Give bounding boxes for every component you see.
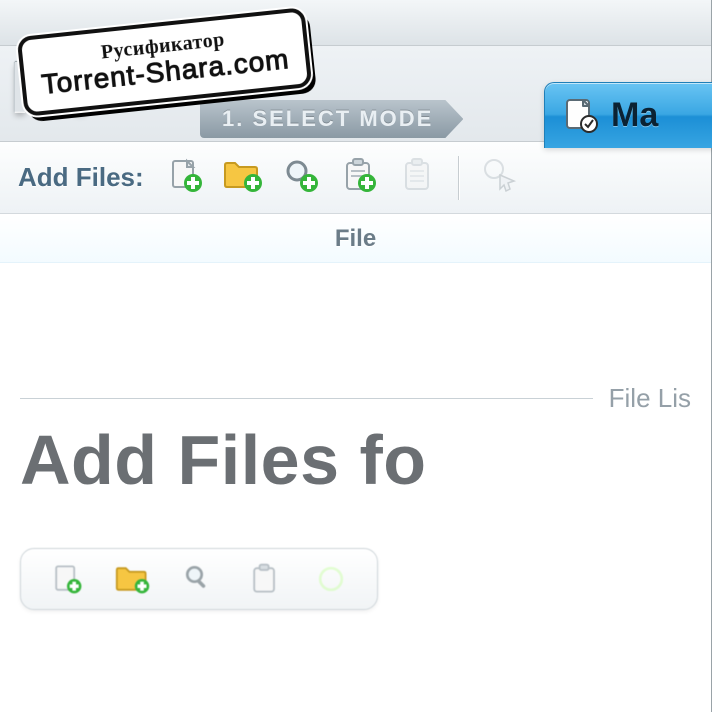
empty-state-divider: File Lis (20, 383, 691, 414)
empty-state-heading: Add Files fo (20, 424, 691, 498)
wizard-step-1-label: 1. SELECT MODE (222, 106, 433, 132)
folder-plus-icon (221, 155, 265, 200)
empty-state-mini-toolbar (20, 548, 378, 610)
mini-add-search-icon[interactable] (179, 559, 219, 599)
mini-extra-icon[interactable] (311, 559, 351, 599)
mini-add-file-icon[interactable] (47, 559, 87, 599)
add-folder-button[interactable] (220, 155, 266, 201)
toolbar-divider (458, 156, 459, 200)
column-header-file[interactable]: File (0, 215, 711, 263)
divider-line (20, 398, 593, 399)
empty-state-divider-label: File Lis (609, 383, 691, 414)
content-panel: File File Lis Add Files fo (0, 214, 711, 712)
clipboard-icon (397, 155, 437, 200)
cursor-icon (480, 155, 520, 200)
tab-active[interactable]: Ma (544, 82, 712, 148)
wizard-step-1[interactable]: 1. SELECT MODE (200, 100, 463, 138)
select-tool-button[interactable] (477, 155, 523, 201)
mini-add-list-icon[interactable] (245, 559, 285, 599)
mini-add-folder-icon[interactable] (113, 559, 153, 599)
search-plus-icon (281, 155, 321, 200)
tab-active-icon (561, 96, 601, 136)
toolbar-label: Add Files: (18, 162, 144, 193)
file-plus-icon (165, 155, 205, 200)
tab-active-label: Ma (611, 96, 658, 135)
paste-button[interactable] (394, 155, 440, 201)
column-header-file-label: File (335, 225, 376, 253)
clipboard-plus-icon (339, 155, 379, 200)
toolbar: Add Files: (0, 142, 711, 214)
add-search-button[interactable] (278, 155, 324, 201)
add-list-button[interactable] (336, 155, 382, 201)
add-file-button[interactable] (162, 155, 208, 201)
empty-state: File Lis Add Files fo (20, 263, 691, 610)
